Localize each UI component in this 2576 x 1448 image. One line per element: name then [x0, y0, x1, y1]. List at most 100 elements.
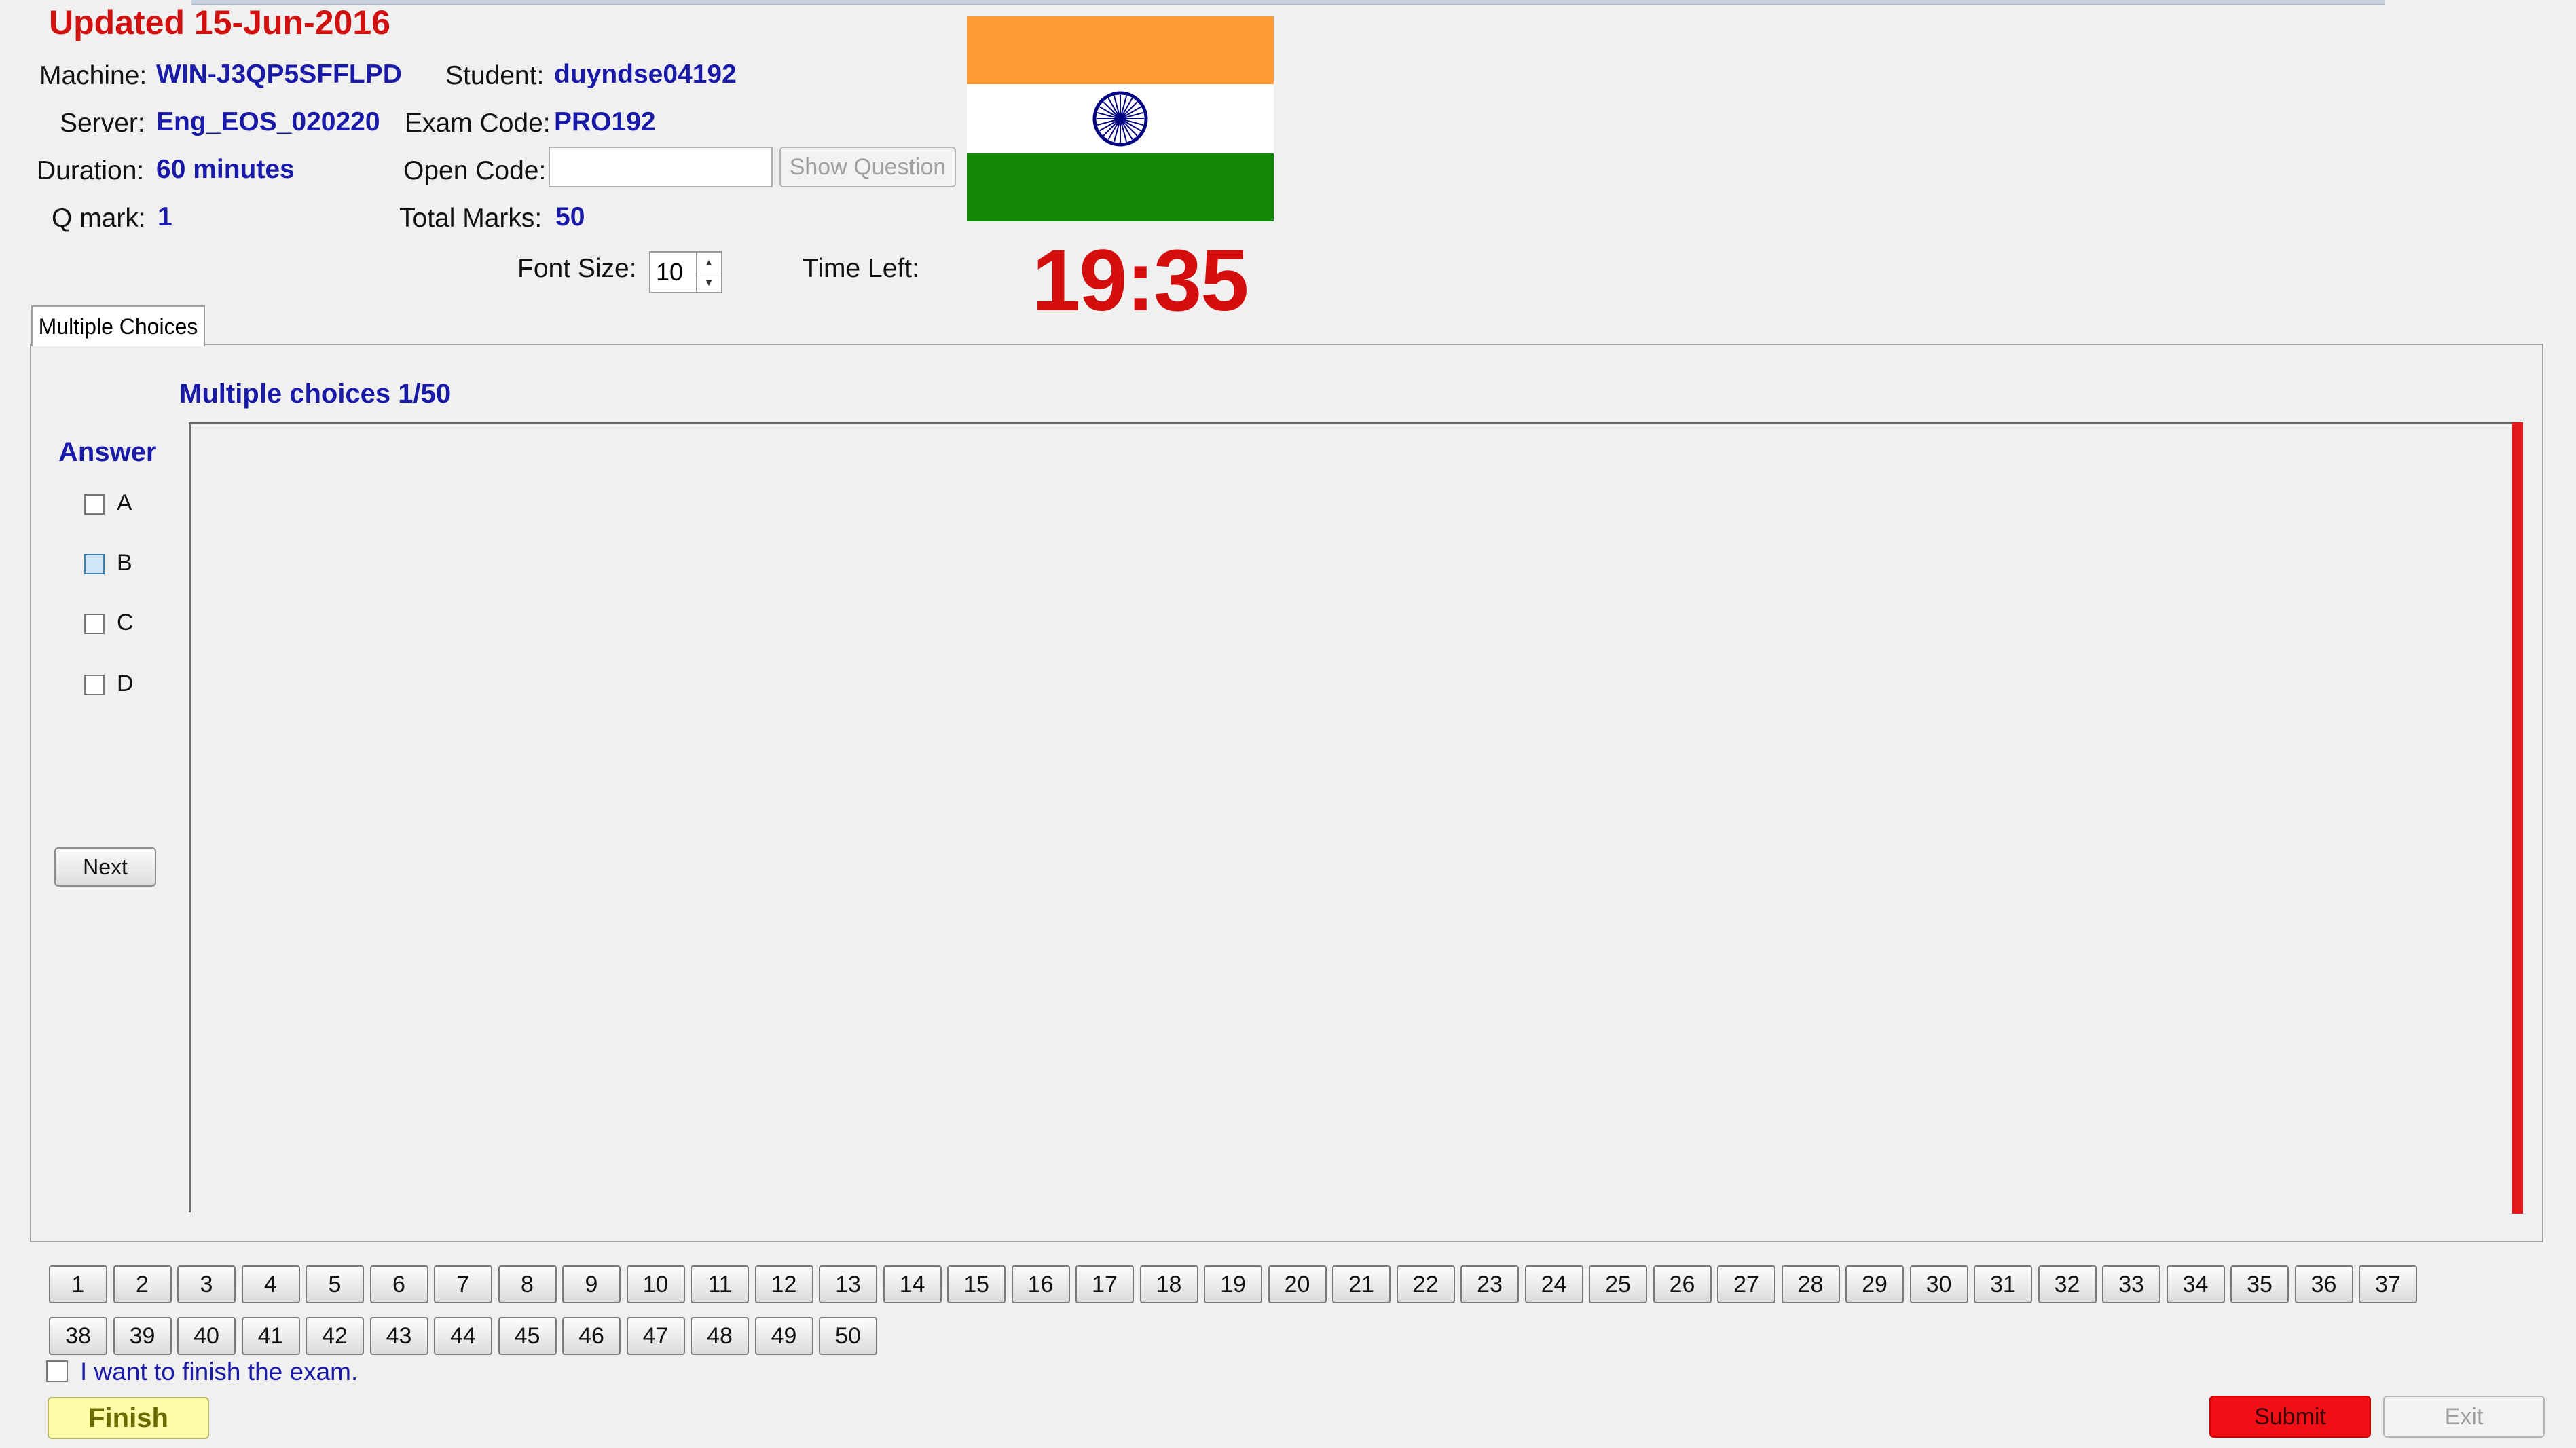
finish-button[interactable]: Finish: [48, 1397, 209, 1439]
finish-exam-checkbox[interactable]: [46, 1360, 68, 1382]
font-size-stepper[interactable]: 10 ▲ ▼: [649, 251, 722, 293]
question-nav-button-15[interactable]: 15: [947, 1265, 1006, 1303]
question-nav-button-33[interactable]: 33: [2102, 1265, 2160, 1303]
font-size-value[interactable]: 10: [656, 258, 683, 286]
question-nav-button-31[interactable]: 31: [1974, 1265, 2032, 1303]
top-border-strip: [191, 0, 2385, 5]
question-nav-button-46[interactable]: 46: [562, 1317, 621, 1355]
qmark-value: 1: [158, 202, 172, 231]
question-nav-button-42[interactable]: 42: [306, 1317, 364, 1355]
question-nav-button-9[interactable]: 9: [562, 1265, 621, 1303]
submit-button[interactable]: Submit: [2209, 1396, 2371, 1438]
total-marks-value: 50: [555, 202, 585, 231]
question-nav-button-20[interactable]: 20: [1268, 1265, 1327, 1303]
question-nav-button-2[interactable]: 2: [113, 1265, 172, 1303]
qmark-label: Q mark:: [52, 204, 146, 233]
question-nav-button-41[interactable]: 41: [241, 1317, 300, 1355]
question-nav-button-3[interactable]: 3: [177, 1265, 236, 1303]
question-nav-button-47[interactable]: 47: [626, 1317, 685, 1355]
question-nav-button-24[interactable]: 24: [1524, 1265, 1583, 1303]
option-c-checkbox[interactable]: [84, 614, 105, 634]
question-nav-button-23[interactable]: 23: [1460, 1265, 1519, 1303]
duration-label: Duration:: [37, 156, 145, 185]
stepper-arrows[interactable]: ▲ ▼: [696, 253, 721, 292]
question-nav-button-6[interactable]: 6: [369, 1265, 428, 1303]
question-nav-button-48[interactable]: 48: [691, 1317, 749, 1355]
question-nav-button-27[interactable]: 27: [1717, 1265, 1775, 1303]
question-nav-button-44[interactable]: 44: [434, 1317, 492, 1355]
chevron-down-icon[interactable]: ▼: [697, 272, 721, 292]
flag-saffron-band: [967, 16, 1274, 84]
question-content-area: [189, 422, 2515, 1212]
question-nav-button-22[interactable]: 22: [1396, 1265, 1455, 1303]
question-nav-button-34[interactable]: 34: [2166, 1265, 2225, 1303]
question-nav-button-39[interactable]: 39: [113, 1317, 172, 1355]
duration-value: 60 minutes: [156, 155, 295, 184]
student-value: duyndse04192: [554, 60, 737, 89]
question-nav-button-40[interactable]: 40: [177, 1317, 236, 1355]
option-a-checkbox[interactable]: [84, 494, 105, 515]
updated-banner: Updated 15-Jun-2016: [49, 3, 390, 41]
question-nav-button-14[interactable]: 14: [883, 1265, 942, 1303]
question-nav-button-45[interactable]: 45: [498, 1317, 557, 1355]
question-nav-button-16[interactable]: 16: [1011, 1265, 1070, 1303]
exit-button[interactable]: Exit: [2383, 1396, 2545, 1438]
option-c-label: C: [117, 610, 134, 635]
option-d-label: D: [117, 671, 134, 697]
server-label: Server:: [60, 109, 145, 138]
question-nav-button-12[interactable]: 12: [754, 1265, 813, 1303]
question-nav-button-36[interactable]: 36: [2294, 1265, 2353, 1303]
option-b-label: B: [117, 550, 132, 576]
india-flag-image: [967, 16, 1274, 221]
question-counter: Multiple choices 1/50: [179, 379, 452, 409]
ashoka-chakra-icon: [1092, 91, 1148, 147]
finish-exam-label: I want to finish the exam.: [80, 1358, 358, 1386]
question-nav-button-11[interactable]: 11: [691, 1265, 749, 1303]
question-nav-button-29[interactable]: 29: [1845, 1265, 1904, 1303]
machine-value: WIN-J3QP5SFFLPD: [156, 60, 402, 89]
question-nav-button-32[interactable]: 32: [2038, 1265, 2097, 1303]
open-code-label: Open Code:: [403, 156, 547, 185]
machine-label: Machine:: [39, 61, 147, 90]
flag-green-band: [967, 153, 1274, 221]
time-left-value: 19:35: [1032, 232, 1249, 329]
option-b-checkbox[interactable]: [84, 554, 105, 574]
student-label: Student:: [445, 61, 545, 90]
font-size-label: Font Size:: [517, 254, 637, 283]
server-value: Eng_EOS_020220: [156, 107, 380, 136]
question-nav-button-26[interactable]: 26: [1653, 1265, 1712, 1303]
question-nav-button-25[interactable]: 25: [1589, 1265, 1647, 1303]
question-nav-button-35[interactable]: 35: [2230, 1265, 2289, 1303]
next-button[interactable]: Next: [54, 847, 156, 887]
question-nav-button-28[interactable]: 28: [1781, 1265, 1840, 1303]
total-marks-label: Total Marks:: [399, 204, 542, 233]
open-code-input[interactable]: [549, 147, 773, 187]
chevron-up-icon[interactable]: ▲: [697, 253, 721, 272]
question-nav-button-38[interactable]: 38: [49, 1317, 107, 1355]
question-nav-button-4[interactable]: 4: [241, 1265, 300, 1303]
show-question-button[interactable]: Show Question: [779, 147, 956, 187]
question-nav-button-49[interactable]: 49: [754, 1317, 813, 1355]
option-a-label: A: [117, 490, 132, 516]
question-nav-button-21[interactable]: 21: [1332, 1265, 1391, 1303]
question-nav-button-13[interactable]: 13: [819, 1265, 877, 1303]
question-nav-button-37[interactable]: 37: [2359, 1265, 2417, 1303]
question-nav-button-8[interactable]: 8: [498, 1265, 557, 1303]
question-nav-button-18[interactable]: 18: [1139, 1265, 1198, 1303]
question-nav-button-1[interactable]: 1: [49, 1265, 107, 1303]
exam-code-label: Exam Code:: [405, 109, 551, 138]
time-left-label: Time Left:: [803, 254, 919, 283]
question-nav-button-19[interactable]: 19: [1204, 1265, 1262, 1303]
answer-heading: Answer: [58, 437, 157, 467]
question-nav-button-10[interactable]: 10: [626, 1265, 685, 1303]
question-scroll-indicator: [2512, 422, 2523, 1214]
question-nav-button-30[interactable]: 30: [1909, 1265, 1968, 1303]
question-nav-button-50[interactable]: 50: [819, 1317, 877, 1355]
question-nav-button-7[interactable]: 7: [434, 1265, 492, 1303]
option-d-checkbox[interactable]: [84, 675, 105, 695]
question-nav-button-17[interactable]: 17: [1075, 1265, 1134, 1303]
question-nav-button-43[interactable]: 43: [369, 1317, 428, 1355]
tab-multiple-choices[interactable]: Multiple Choices: [31, 305, 205, 346]
exam-code-value: PRO192: [554, 107, 656, 136]
question-nav-button-5[interactable]: 5: [306, 1265, 364, 1303]
